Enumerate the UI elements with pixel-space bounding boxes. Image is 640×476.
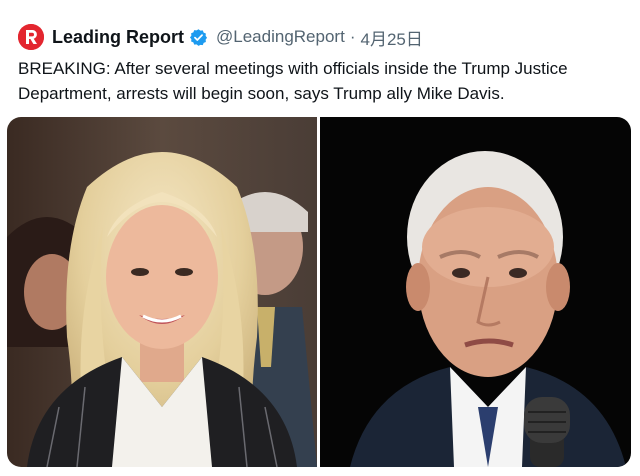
meta-separator: ·	[349, 27, 356, 46]
tweet-header: Leading Report @LeadingReport · 4月25日	[18, 22, 423, 52]
tweet-card[interactable]: Leading Report @LeadingReport · 4月25日 BR…	[0, 0, 640, 476]
leading-report-logo-icon[interactable]	[18, 24, 44, 50]
tweet-body: BREAKING: After several meetings with of…	[18, 56, 618, 106]
tweet-text-line: Department, arrests will begin soon, say…	[18, 84, 505, 103]
portrait-man-photo[interactable]	[320, 117, 631, 467]
author-handle[interactable]: @LeadingReport	[216, 27, 345, 47]
portrait-woman-photo[interactable]	[7, 117, 317, 467]
tweet-text-line: BREAKING: After several meetings with of…	[18, 59, 568, 78]
verified-badge-icon	[189, 28, 208, 47]
tweet-timestamp[interactable]: 4月25日	[360, 25, 422, 50]
tweet-media-grid	[7, 117, 631, 467]
author-display-name[interactable]: Leading Report	[52, 27, 184, 48]
